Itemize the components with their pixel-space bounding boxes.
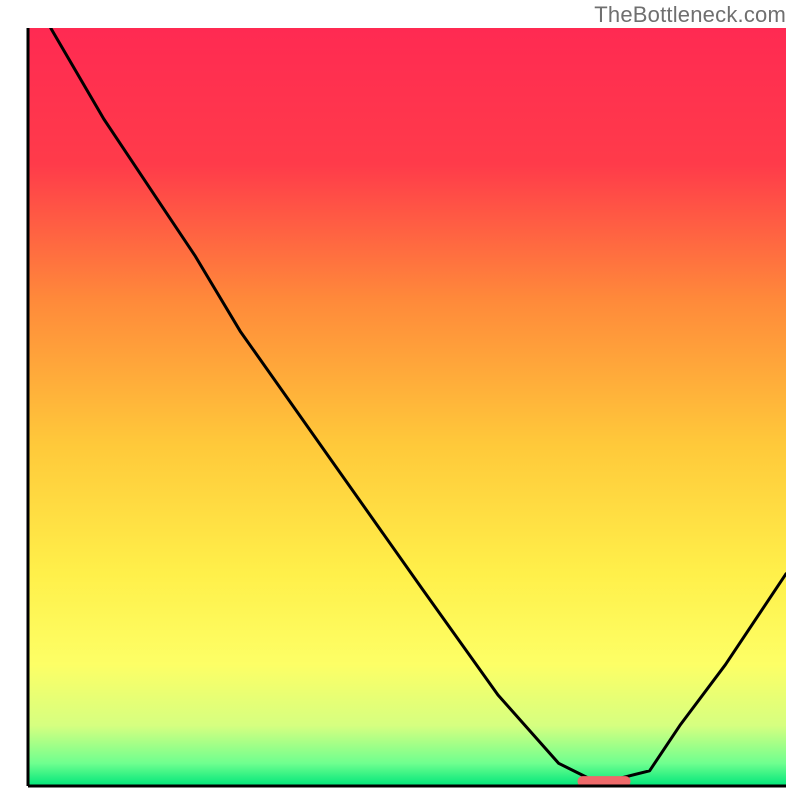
chart-canvas: TheBottleneck.com xyxy=(0,0,800,800)
gradient-background xyxy=(28,28,786,786)
bottleneck-chart xyxy=(0,0,800,800)
